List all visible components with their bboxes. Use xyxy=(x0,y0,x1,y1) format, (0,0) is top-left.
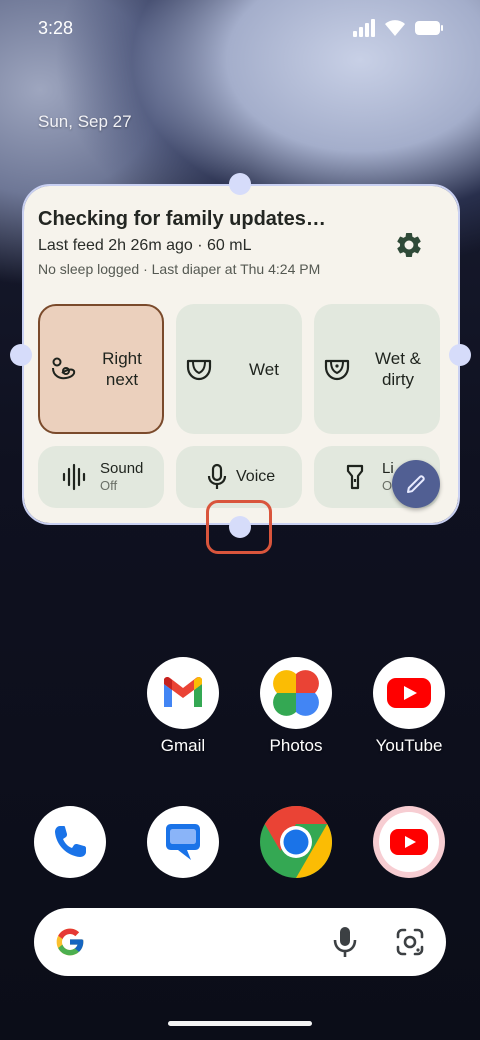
tile-sound-sublabel: Off xyxy=(100,478,118,493)
app-gmail[interactable] xyxy=(147,657,219,729)
highlight-box xyxy=(206,500,272,554)
resize-handle-left[interactable] xyxy=(10,344,32,366)
resize-handle-top[interactable] xyxy=(229,173,251,195)
soundwave-icon xyxy=(62,463,86,491)
app-photos-label: Photos xyxy=(269,736,323,755)
gesture-nav-pill[interactable] xyxy=(168,1021,312,1026)
diaper-dirty-icon xyxy=(324,359,350,381)
tile-right-next[interactable]: Right next xyxy=(38,304,164,434)
tile-voice[interactable]: Voice xyxy=(176,446,302,508)
status-bar: 3:28 xyxy=(0,0,480,56)
tile-voice-label: Voice xyxy=(236,468,276,485)
edit-button[interactable] xyxy=(392,460,440,508)
lock-date: Sun, Sep 27 xyxy=(38,112,132,131)
tile-wet-dirty-label: Wet & dirty xyxy=(375,349,421,389)
phone-icon xyxy=(55,826,86,857)
wifi-icon xyxy=(385,20,405,36)
youtube-music-inner xyxy=(379,812,439,872)
tile-sound-label: Sound xyxy=(100,460,144,477)
widget-title: Checking for family updates… xyxy=(38,208,326,230)
last-feed-text: Last feed 2h 26m ago · 60 mL xyxy=(38,237,252,254)
messages-icon xyxy=(166,824,200,860)
battery-icon xyxy=(415,21,443,35)
app-photos[interactable] xyxy=(260,657,332,729)
dock-messages[interactable] xyxy=(147,806,219,878)
dock-youtube-music[interactable] xyxy=(373,806,445,878)
tile-voice-text: Voice xyxy=(236,468,275,486)
microphone-icon[interactable] xyxy=(332,925,358,959)
tile-sound[interactable]: Sound Off xyxy=(38,446,164,508)
status-time: 3:28 xyxy=(38,17,74,38)
status-line-text: No sleep logged · Last diaper at Thu 4:2… xyxy=(38,261,321,277)
resize-handle-right[interactable] xyxy=(449,344,471,366)
gmail-icon xyxy=(164,676,202,707)
app-youtube-label: YouTube xyxy=(375,736,443,755)
tile-right-next-label: Right next xyxy=(102,349,142,389)
youtube-icon xyxy=(387,678,431,708)
tile-wet-label: Wet xyxy=(249,359,279,379)
youtube-music-icon xyxy=(390,829,428,855)
flashlight-icon xyxy=(346,464,364,490)
tile-sound-text: Sound Off xyxy=(100,460,143,494)
google-g-icon xyxy=(56,928,84,956)
baby-tracker-widget[interactable]: Checking for family updates… Last feed 2… xyxy=(24,186,458,523)
chrome-icon xyxy=(260,806,332,878)
breastfeeding-icon xyxy=(52,357,76,380)
app-gmail-label: Gmail xyxy=(160,736,206,755)
pencil-icon xyxy=(407,475,425,493)
dock-phone[interactable] xyxy=(34,806,106,878)
app-youtube[interactable] xyxy=(373,657,445,729)
tile-light-label: Li xyxy=(382,460,394,477)
gear-icon[interactable] xyxy=(394,230,424,260)
signal-icon xyxy=(353,19,375,37)
tile-wet-dirty[interactable]: Wet & dirty xyxy=(314,304,440,434)
google-search-bar[interactable] xyxy=(34,908,446,976)
status-icons xyxy=(352,19,444,37)
photos-icon xyxy=(273,670,319,716)
diaper-icon xyxy=(186,359,212,381)
tile-wet[interactable]: Wet xyxy=(176,304,302,434)
microphone-icon xyxy=(207,463,227,489)
dock-chrome[interactable] xyxy=(260,806,332,878)
lens-icon[interactable] xyxy=(394,926,426,958)
